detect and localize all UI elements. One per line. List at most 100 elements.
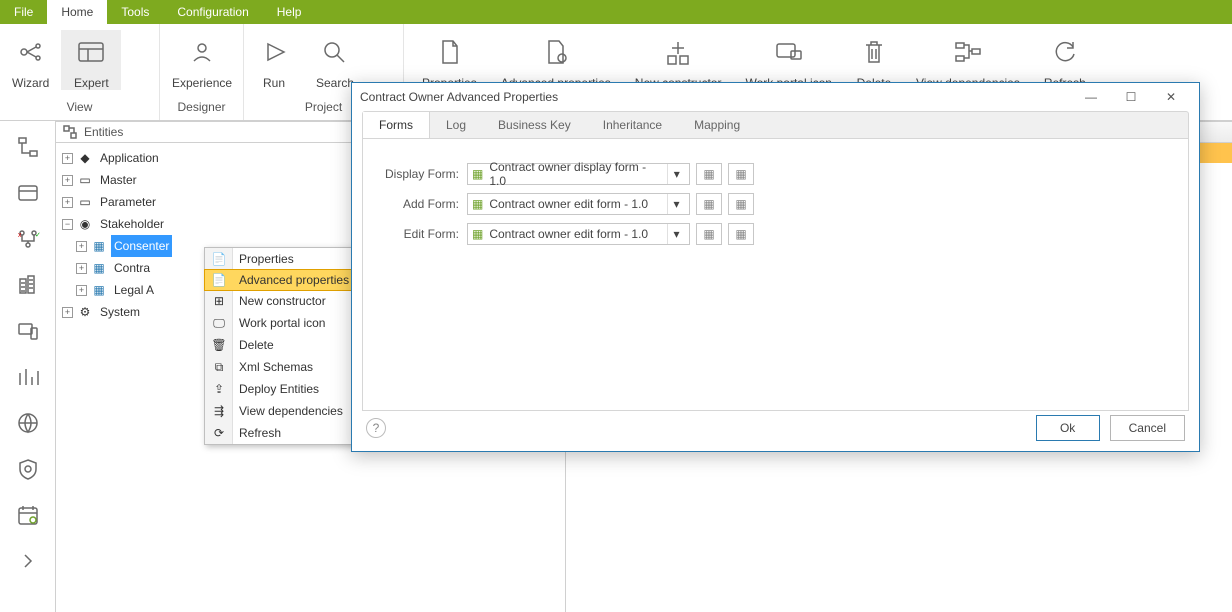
form-icon: ▦	[472, 227, 483, 241]
tree-toggle[interactable]: +	[62, 153, 73, 164]
dialog-tabs: Forms Log Business Key Inheritance Mappi…	[362, 111, 1189, 139]
cancel-button[interactable]: Cancel	[1110, 415, 1185, 441]
tab-mapping[interactable]: Mapping	[678, 112, 756, 138]
tree-item-application[interactable]: Application	[97, 147, 162, 169]
ctx-properties[interactable]: 📄Properties	[205, 248, 375, 270]
window-minimize-button[interactable]: —	[1071, 84, 1111, 110]
ribbon-run-button[interactable]: Run	[244, 30, 304, 90]
open-form-button[interactable]: ▦	[696, 193, 722, 215]
ribbon-wizard-button[interactable]: Wizard	[0, 30, 61, 90]
menu-help[interactable]: Help	[263, 0, 316, 24]
tree-item-parameter[interactable]: Parameter	[97, 191, 159, 213]
dependencies-icon	[950, 34, 986, 70]
iconbar-process-icon[interactable]	[14, 133, 42, 161]
open-form-button[interactable]: ▦	[696, 223, 722, 245]
help-button[interactable]: ?	[366, 418, 386, 438]
tree-toggle[interactable]: +	[76, 263, 87, 274]
chevron-down-icon: ▾	[667, 224, 685, 244]
ribbon-advprops-button[interactable]: Advanced properties	[489, 30, 623, 90]
iconbar-chart-icon[interactable]	[14, 363, 42, 391]
ctx-delete-label: Delete	[239, 338, 274, 352]
menu-home[interactable]: Home	[47, 0, 107, 24]
new-constructor-icon	[660, 34, 696, 70]
tab-forms[interactable]: Forms	[363, 112, 430, 138]
tab-business-key[interactable]: Business Key	[482, 112, 587, 138]
window-close-button[interactable]: ✕	[1151, 84, 1191, 110]
tab-inheritance[interactable]: Inheritance	[587, 112, 678, 138]
ribbon-experience-label: Experience	[172, 76, 232, 90]
tree-item-consenter[interactable]: Consenter	[111, 235, 172, 257]
ribbon-newcons-button[interactable]: New constructor	[623, 30, 734, 90]
stakeholder-icon: ◉	[77, 216, 93, 232]
chevron-down-icon: ▾	[667, 194, 685, 214]
ctx-work-portal-icon[interactable]: 🖵 Work portal icon	[205, 312, 375, 334]
document-icon: 📄	[211, 251, 227, 267]
ribbon-experience-button[interactable]: Experience	[160, 30, 244, 90]
tree-toggle[interactable]: +	[62, 307, 73, 318]
new-form-button[interactable]: ▦	[728, 163, 754, 185]
iconbar-security-icon[interactable]	[14, 455, 42, 483]
ribbon-wizard-label: Wizard	[12, 76, 49, 90]
ctx-xml-schemas[interactable]: ⧉ Xml Schemas	[205, 356, 375, 378]
add-form-select[interactable]: ▦ Contract owner edit form - 1.0 ▾	[467, 193, 690, 215]
tree-item-stakeholder[interactable]: Stakeholder	[97, 213, 167, 235]
ribbon-refresh-button[interactable]: Refresh	[1032, 30, 1098, 90]
monitor-icon	[771, 34, 807, 70]
menu-configuration[interactable]: Configuration	[163, 0, 262, 24]
tree-item-system[interactable]: System	[97, 301, 143, 323]
tree-toggle[interactable]: +	[76, 285, 87, 296]
dialog-title-label: Contract Owner Advanced Properties	[360, 90, 558, 104]
tree-toggle[interactable]: +	[62, 175, 73, 186]
ctx-delete[interactable]: 🗑Delete	[205, 334, 375, 356]
tree-item-master[interactable]: Master	[97, 169, 140, 191]
window-maximize-button[interactable]: ☐	[1111, 84, 1151, 110]
ribbon-properties-button[interactable]: Properties	[410, 30, 489, 90]
chevron-down-icon: ▾	[667, 164, 685, 184]
wizard-icon	[13, 34, 49, 70]
menu-file[interactable]: File	[0, 0, 47, 24]
new-form-button[interactable]: ▦	[728, 193, 754, 215]
ctx-deploy-entities[interactable]: ⇪Deploy Entities	[205, 378, 375, 400]
iconbar-devices-icon[interactable]	[14, 317, 42, 345]
ribbon-expert-button[interactable]: Expert	[61, 30, 121, 90]
iconbar-window-icon[interactable]	[14, 179, 42, 207]
tree-item-legal[interactable]: Legal A	[111, 279, 157, 301]
iconbar-expand-icon[interactable]	[14, 547, 42, 575]
ribbon-delete-button[interactable]: Delete	[844, 30, 904, 90]
ctx-workportal-label: Work portal icon	[239, 316, 325, 330]
tree-toggle[interactable]: +	[62, 197, 73, 208]
xml-icon: ⧉	[211, 359, 227, 375]
add-form-value: Contract owner edit form - 1.0	[489, 197, 648, 211]
tree-toggle[interactable]: +	[76, 241, 87, 252]
dialog-footer: ? Ok Cancel	[352, 411, 1199, 451]
menu-tools[interactable]: Tools	[107, 0, 163, 24]
iconbar-calendar-icon[interactable]	[14, 501, 42, 529]
iconbar-org-icon[interactable]	[14, 271, 42, 299]
iconbar-globe-icon[interactable]	[14, 409, 42, 437]
ribbon-workportal-button[interactable]: Work portal icon	[733, 30, 843, 90]
tab-log[interactable]: Log	[430, 112, 482, 138]
iconbar-rules-icon[interactable]: x✓	[14, 225, 42, 253]
cube-icon: ◆	[77, 150, 93, 166]
user-icon	[184, 34, 220, 70]
new-form-button[interactable]: ▦	[728, 223, 754, 245]
tree-item-contra[interactable]: Contra	[111, 257, 153, 279]
form-row-edit: Edit Form: ▦ Contract owner edit form - …	[377, 219, 1174, 249]
ctx-refresh[interactable]: ⟳Refresh	[205, 422, 375, 444]
refresh-icon: ⟳	[211, 425, 227, 441]
form-row-add: Add Form: ▦ Contract owner edit form - 1…	[377, 189, 1174, 219]
ctx-view-dependencies[interactable]: ⇶View dependencies	[205, 400, 375, 422]
form-row-display: Display Form: ▦ Contract owner display f…	[377, 159, 1174, 189]
tree-toggle[interactable]: −	[62, 219, 73, 230]
ctx-new-constructor[interactable]: ⊞New constructor	[205, 290, 375, 312]
monitor-icon: 🖵	[211, 315, 227, 331]
ok-button[interactable]: Ok	[1036, 415, 1100, 441]
display-form-select[interactable]: ▦ Contract owner display form - 1.0 ▾	[467, 163, 690, 185]
ribbon-viewdeps-button[interactable]: View dependencies	[904, 30, 1032, 90]
ctx-advprops-label: Advanced properties	[239, 273, 349, 287]
edit-form-select[interactable]: ▦ Contract owner edit form - 1.0 ▾	[467, 223, 690, 245]
document-gear-icon	[538, 34, 574, 70]
ribbon-search-button[interactable]: Search	[304, 30, 366, 90]
open-form-button[interactable]: ▦	[696, 163, 722, 185]
ctx-xml-label: Xml Schemas	[239, 360, 313, 374]
